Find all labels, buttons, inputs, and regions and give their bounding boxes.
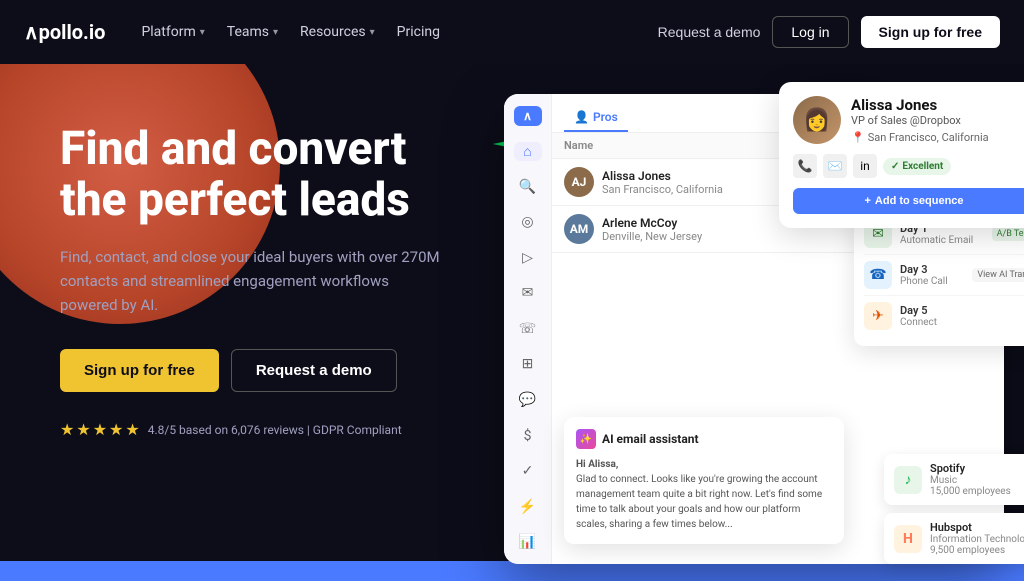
hubspot-type: Information Technolo... — [930, 534, 1024, 545]
sidebar-send-icon[interactable]: ▷ — [514, 248, 542, 268]
teams-nav[interactable]: Teams ▾ — [219, 20, 286, 44]
hero-signup-button[interactable]: Sign up for free — [60, 349, 219, 392]
sidebar-phone-icon[interactable]: ☏ — [514, 319, 542, 339]
linkedin-badge: in — [853, 154, 877, 178]
hubspot-logo: H — [894, 525, 922, 553]
spotify-logo: ♪ — [894, 466, 922, 494]
hero-content: Find and convert the perfect leads Find,… — [0, 64, 480, 581]
apollo-sidebar-logo: ∧ — [514, 106, 542, 126]
star-rating: ★ ★ ★ ★ ★ — [60, 420, 140, 439]
add-to-sequence-button[interactable]: + Add to sequence — [793, 188, 1024, 214]
chevron-down-icon: ▾ — [200, 27, 205, 38]
star-2: ★ — [76, 420, 90, 439]
sidebar-circle-icon[interactable]: ◎ — [514, 213, 542, 233]
hubspot-name: Hubspot — [930, 521, 1024, 534]
app-sidebar: ∧ ⌂ 🔍 ◎ ▷ ✉ ☏ ⊞ 💬 $ ✓ ⚡ 📊 — [504, 94, 552, 564]
request-demo-button[interactable]: Request a demo — [658, 24, 761, 40]
hubspot-info: Hubspot Information Technolo... 9,500 em… — [930, 521, 1024, 556]
ai-email-panel: ✨ AI email assistant Hi Alissa, Glad to … — [564, 417, 844, 544]
hero-title: Find and convert the perfect leads — [60, 124, 480, 225]
hero-rating: ★ ★ ★ ★ ★ 4.8/5 based on 6,076 reviews |… — [60, 420, 480, 439]
spotify-info: Spotify Music 15,000 employees — [930, 462, 1011, 497]
logo-text: ∧pollo.io — [24, 20, 105, 44]
platform-nav[interactable]: Platform ▾ — [133, 20, 212, 44]
ab-test-badge: A/B Test B — [992, 227, 1024, 241]
navbar-left: ∧pollo.io Platform ▾ Teams ▾ Resources ▾… — [24, 20, 448, 44]
profile-badges: 📞 ✉️ in ✓ Excellent — [793, 154, 1024, 178]
hero-mockup: 👩 Alissa Jones VP of Sales @Dropbox 📍 Sa… — [474, 74, 1024, 581]
sidebar-mail-icon[interactable]: ✉ — [514, 284, 542, 304]
sidebar-search-icon[interactable]: 🔍 — [514, 177, 542, 197]
ai-email-body: Hi Alissa, Glad to connect. Looks like y… — [576, 457, 832, 532]
spotify-name: Spotify — [930, 462, 1011, 475]
sequence-item-day3: ☎ Day 3 Phone Call View AI Trans... — [864, 255, 1024, 296]
sidebar-chat-icon[interactable]: 💬 — [514, 390, 542, 410]
sidebar-lightning-icon[interactable]: ⚡ — [514, 497, 542, 517]
hero-demo-button[interactable]: Request a demo — [231, 349, 397, 392]
profile-header: 👩 Alissa Jones VP of Sales @Dropbox 📍 Sa… — [793, 96, 1024, 144]
navbar: ∧pollo.io Platform ▾ Teams ▾ Resources ▾… — [0, 0, 1024, 64]
hubspot-count: 9,500 employees — [930, 545, 1024, 556]
prospects-icon: 👤 — [574, 110, 589, 124]
ai-header: ✨ AI email assistant — [576, 429, 832, 449]
star-1: ★ — [60, 420, 74, 439]
sidebar-check-icon[interactable]: ✓ — [514, 461, 542, 481]
profile-location: 📍 San Francisco, California — [851, 131, 989, 144]
pricing-nav[interactable]: Pricing — [389, 20, 448, 44]
sidebar-chart-icon[interactable]: 📊 — [514, 532, 542, 552]
avatar: AJ — [564, 167, 594, 197]
sidebar-grid-icon[interactable]: ⊞ — [514, 355, 542, 375]
signup-button[interactable]: Sign up for free — [861, 16, 1000, 48]
login-button[interactable]: Log in — [772, 16, 848, 48]
seq-info: Day 3 Phone Call — [900, 263, 948, 287]
hubspot-card: H Hubspot Information Technolo... 9,500 … — [884, 513, 1024, 564]
hero-subtitle: Find, contact, and close your ideal buye… — [60, 245, 440, 317]
tab-prospects[interactable]: 👤 Pros — [564, 104, 628, 132]
ai-transcript-badge: View AI Trans... — [972, 268, 1024, 282]
profile-avatar: 👩 — [793, 96, 841, 144]
star-3: ★ — [93, 420, 107, 439]
sidebar-dollar-icon[interactable]: $ — [514, 426, 542, 446]
connect-icon: ✈ — [864, 302, 892, 330]
ai-title: AI email assistant — [602, 432, 699, 446]
profile-card: 👩 Alissa Jones VP of Sales @Dropbox 📍 Sa… — [779, 82, 1024, 228]
profile-name: Alissa Jones — [851, 96, 989, 114]
spotify-count: 15,000 employees — [930, 486, 1011, 497]
company-cards: ♪ Spotify Music 15,000 employees H Hubsp… — [884, 454, 1024, 564]
chevron-down-icon: ▾ — [273, 27, 278, 38]
sequence-item-day5: ✈ Day 5 Connect — [864, 296, 1024, 336]
profile-title: VP of Sales @Dropbox — [851, 114, 989, 127]
avatar: AM — [564, 214, 594, 244]
excellent-badge: ✓ Excellent — [883, 158, 951, 175]
plus-icon: + — [864, 195, 870, 207]
star-4: ★ — [109, 420, 123, 439]
chevron-down-icon: ▾ — [370, 27, 375, 38]
profile-info: Alissa Jones VP of Sales @Dropbox 📍 San … — [851, 96, 989, 144]
sidebar-home-icon[interactable]: ⌂ — [514, 142, 542, 162]
mail-badge: ✉️ — [823, 154, 847, 178]
location-icon: 📍 — [851, 131, 865, 144]
phone-icon: ☎ — [864, 261, 892, 289]
spotify-card: ♪ Spotify Music 15,000 employees — [884, 454, 1024, 505]
nav-links: Platform ▾ Teams ▾ Resources ▾ Pricing — [133, 20, 448, 44]
phone-badge: 📞 — [793, 154, 817, 178]
rating-text: 4.8/5 based on 6,076 reviews | GDPR Comp… — [148, 423, 402, 437]
hero-section: Find and convert the perfect leads Find,… — [0, 64, 1024, 581]
spotify-type: Music — [930, 475, 1011, 486]
ai-icon: ✨ — [576, 429, 596, 449]
seq-info: Day 5 Connect — [900, 304, 937, 328]
star-5: ★ — [125, 420, 139, 439]
resources-nav[interactable]: Resources ▾ — [292, 20, 383, 44]
hero-buttons: Sign up for free Request a demo — [60, 349, 480, 392]
navbar-right: Request a demo Log in Sign up for free — [658, 16, 1000, 48]
logo[interactable]: ∧pollo.io — [24, 20, 105, 44]
